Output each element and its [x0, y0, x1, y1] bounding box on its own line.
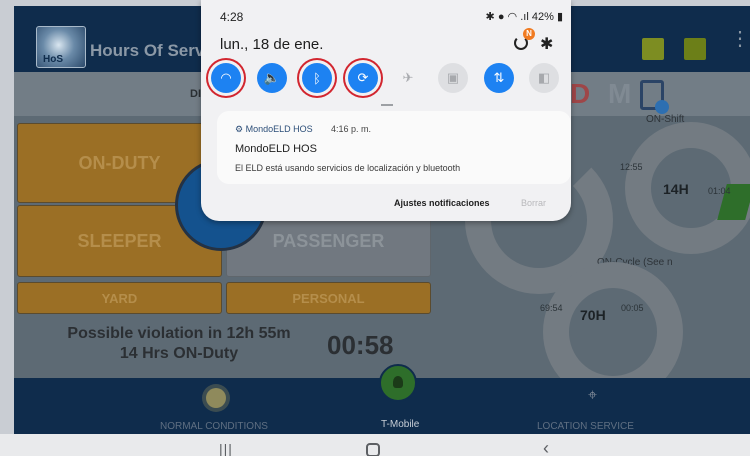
notification-body: El ELD está usando servicios de localiza… — [235, 163, 461, 173]
truck-icon[interactable] — [684, 38, 706, 60]
battery-percent: 42% — [531, 11, 554, 23]
app-logo: HoS — [36, 26, 86, 68]
status-icons: ✱ ● ◠ .ıl 42% ▮ — [486, 10, 563, 23]
recent-apps-button[interactable]: ||| — [219, 441, 233, 456]
notification-title: MondoELD HOS — [235, 143, 317, 155]
yard-button[interactable]: YARD — [17, 282, 222, 314]
clear-notifications-button[interactable]: Borrar — [521, 198, 546, 208]
logo-text: HoS — [43, 54, 63, 65]
notification-time: 4:16 p. m. — [331, 124, 372, 134]
location-status-icon: ● — [497, 11, 505, 23]
gear-icon[interactable]: ✱ — [540, 34, 553, 54]
carrier-status-icon[interactable] — [379, 364, 417, 402]
status-letter-m: M — [608, 78, 632, 109]
cycle-gauge-right: 00:05 — [621, 303, 644, 313]
drive-timer: 00:58 — [327, 330, 394, 360]
cycle-gauge-left: 69:54 — [540, 303, 563, 313]
status-letter-d: D — [570, 78, 591, 109]
cycle-gauge-hours: 70H — [580, 307, 606, 323]
shade-date: lun., 18 de ene. — [220, 36, 324, 53]
auto-rotate-icon[interactable]: ⟳ — [348, 63, 378, 93]
strip-label: DI — [190, 88, 201, 100]
clipboard-icon[interactable] — [640, 80, 669, 114]
carrier-label: T-Mobile — [381, 419, 420, 430]
violation-line-2: 14 Hrs ON-Duty — [119, 345, 239, 362]
location-off-icon[interactable]: ⌖ — [588, 387, 597, 405]
shift-gauge-hours: 14H — [663, 181, 689, 197]
wifi-icon[interactable]: ◠ — [211, 63, 241, 93]
location-service-label[interactable]: LOCATION SERVICE — [537, 421, 634, 432]
status-clock: 4:28 — [220, 10, 244, 24]
mobile-data-icon[interactable]: ⇅ — [484, 63, 514, 93]
notification-app-label: MondoELD HOS — [245, 124, 313, 134]
flashlight-icon[interactable]: ▣ — [438, 63, 468, 93]
back-button[interactable]: ‹ — [543, 438, 549, 456]
notification-card[interactable]: ⚙ MondoELD HOS 4:16 p. m. MondoELD HOS E… — [217, 111, 571, 184]
bluetooth-icon[interactable]: ᛒ — [302, 63, 332, 93]
device-status-icon[interactable] — [642, 38, 664, 60]
violation-message: Possible violation in 12h 55m 14 Hrs ON-… — [49, 324, 309, 364]
shade-handle[interactable] — [381, 104, 393, 106]
airplane-icon[interactable]: ✈ — [393, 63, 423, 93]
battery-icon: ▮ — [556, 11, 563, 23]
signal-icon: .ıl — [520, 11, 529, 23]
personal-button[interactable]: PERSONAL — [226, 282, 431, 314]
shift-gauge-left: 12:55 — [620, 162, 643, 172]
n-badge: N — [523, 28, 535, 40]
notification-shade: 4:28 ✱ ● ◠ .ıl 42% ▮ lun., 18 de ene. N … — [201, 0, 571, 221]
wifi-status-icon: ◠ — [507, 11, 518, 23]
sound-icon[interactable]: 🔈 — [257, 63, 287, 93]
shift-gauge-right: 01:04 — [708, 186, 731, 196]
normal-conditions-label[interactable]: NORMAL CONDITIONS — [160, 421, 268, 432]
notification-settings-button[interactable]: Ajustes notificaciones — [394, 198, 490, 208]
home-button[interactable] — [366, 443, 380, 456]
violation-line-1: Possible violation in 12h 55m — [67, 325, 291, 342]
power-saving-icon[interactable]: ◧ — [529, 63, 559, 93]
bluetooth-status-icon: ✱ — [485, 11, 495, 23]
sun-icon[interactable] — [206, 388, 226, 408]
overflow-menu-icon[interactable]: ⋮ — [730, 29, 750, 49]
notification-app-name: ⚙ MondoELD HOS — [235, 124, 313, 134]
app-title: Hours Of Servic — [90, 41, 219, 60]
